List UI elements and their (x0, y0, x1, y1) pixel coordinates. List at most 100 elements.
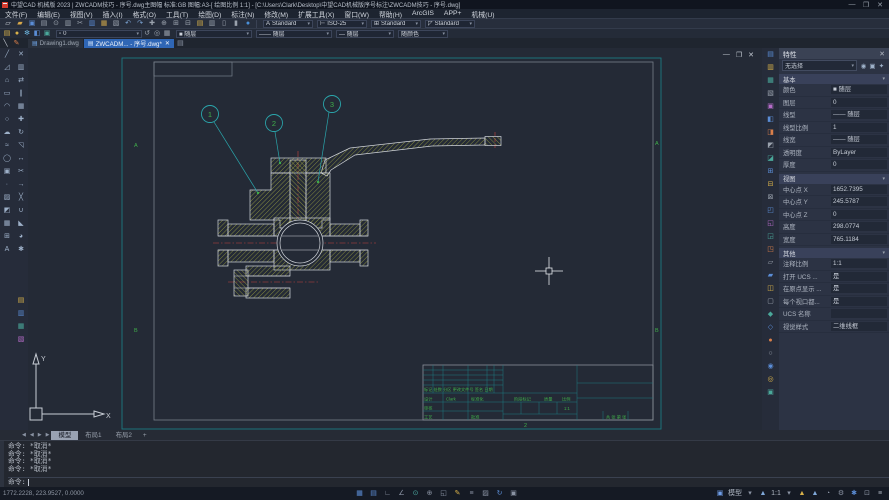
menu-item[interactable]: 插入(I) (98, 9, 128, 19)
cut-icon[interactable]: ✂ (74, 19, 86, 28)
title-block[interactable]: 标记 处数 分区 更改文件号 签名 日期 设计 Clark 标准化 审核 工艺 … (422, 364, 654, 421)
menu-item[interactable]: 扩展工具(X) (293, 9, 339, 19)
layer-lock-icon[interactable]: ◧ (32, 29, 42, 38)
redo-icon[interactable]: ↷ (134, 19, 146, 28)
property-value[interactable]: 是 (831, 296, 887, 306)
am-toggle[interactable]: ▣ (507, 488, 520, 499)
layer-previous-icon[interactable]: ↺ (142, 29, 152, 38)
chamfer-tool-icon[interactable]: ◣ (15, 217, 27, 230)
plotstyle-select[interactable]: 随颜色 ▾ (398, 29, 448, 38)
workspace-icon[interactable]: ▣ (714, 488, 726, 499)
palette-tool-icon[interactable]: ◇ (764, 321, 777, 334)
property-value[interactable]: 0 (831, 209, 887, 219)
property-value[interactable]: 0 (831, 160, 887, 170)
table-style-select[interactable]: ⊞ Standard ▾ (371, 19, 421, 28)
last-tool-icon[interactable]: ╲ (0, 39, 11, 48)
toggle-pickadd-icon[interactable]: ◉ (859, 62, 868, 70)
settings-gear-icon[interactable]: ⚙ (835, 488, 847, 499)
menu-item[interactable]: 帮助(H) (374, 9, 407, 19)
property-value[interactable]: 1:1 (831, 259, 887, 269)
property-value[interactable]: 1 (831, 122, 887, 132)
isodraft-icon[interactable]: ◔ (822, 488, 834, 499)
close-icon[interactable]: ✕ (879, 50, 885, 58)
break-tool-icon[interactable]: ╳ (15, 191, 27, 204)
palette-tool-icon[interactable]: ◎ (764, 373, 777, 386)
rectangle-tool-icon[interactable]: ▭ (1, 87, 13, 100)
clipboard-tool-icon[interactable]: ▧ (15, 333, 27, 346)
palette-tool-icon[interactable]: ⊠ (764, 191, 777, 204)
menu-icon[interactable]: ≡ (874, 488, 886, 499)
property-value[interactable]: 是 (831, 271, 887, 281)
offset-tool-icon[interactable]: ∥ (15, 87, 27, 100)
annotation-visibility-icon[interactable]: ▲ (809, 488, 821, 499)
property-value[interactable]: 765.1184 (831, 234, 887, 244)
model-space-caret[interactable]: ▾ (744, 488, 756, 499)
layer-settings-icon[interactable]: ▦ (162, 29, 172, 38)
palette-tool-icon[interactable]: ⊟ (764, 178, 777, 191)
menu-item[interactable]: 绘图(D) (193, 9, 226, 19)
palette-tool-icon[interactable]: ◪ (764, 152, 777, 165)
rotate-tool-icon[interactable]: ↻ (15, 126, 27, 139)
transparency-toggle[interactable]: ▨ (479, 488, 492, 499)
palette-tool-icon[interactable]: ▧ (764, 87, 777, 100)
palette-tool-icon[interactable]: ◨ (764, 126, 777, 139)
hatch-tool-icon[interactable]: ▨ (1, 191, 13, 204)
copy-tool-icon[interactable]: ▥ (15, 61, 27, 74)
ortho-toggle[interactable]: ∟ (381, 488, 394, 499)
trim-tool-icon[interactable]: ✂ (15, 165, 27, 178)
menu-item[interactable]: 工具(T) (161, 9, 193, 19)
palette-tool-icon[interactable]: ◰ (764, 204, 777, 217)
maximize-button[interactable]: ❐ (859, 1, 873, 9)
circle-tool-icon[interactable]: ○ (1, 113, 13, 126)
polygon-tool-icon[interactable]: ⌂ (1, 74, 13, 87)
property-value[interactable]: 是 (831, 284, 887, 294)
layers-icon[interactable]: ▤ (194, 19, 206, 28)
match-properties-icon[interactable]: ▧ (110, 19, 122, 28)
gradient-tool-icon[interactable]: ◩ (1, 204, 13, 217)
palette-tool-icon[interactable]: ▥ (764, 61, 777, 74)
file-tab-active[interactable]: ▤ ZWCADM... - 序号.dwg* ✕ (83, 39, 174, 48)
mtext-tool-icon[interactable]: A (1, 243, 13, 256)
layout-tab[interactable]: 模型 (51, 430, 79, 440)
palette-tool-icon[interactable]: ▰ (764, 269, 777, 282)
add-scales-icon[interactable]: ▲ (796, 488, 808, 499)
layer-states-icon[interactable]: ▥ (206, 19, 218, 28)
layer-current-icon[interactable]: ▣ (42, 29, 52, 38)
brush-icon[interactable]: ✎ (11, 39, 22, 48)
layer-properties-icon[interactable]: ▤ (2, 29, 12, 38)
property-value[interactable] (831, 309, 887, 319)
close-tab-icon[interactable]: ✕ (165, 40, 170, 47)
menu-item[interactable]: 机械(U) (466, 9, 499, 19)
dyn-toggle[interactable]: ✎ (451, 488, 464, 499)
palette-tool-icon[interactable]: ⊞ (764, 165, 777, 178)
revcloud-tool-icon[interactable]: ☁ (1, 126, 13, 139)
palette-tool-icon[interactable]: ◆ (764, 308, 777, 321)
pan-icon[interactable]: ✚ (146, 19, 158, 28)
select-objects-icon[interactable]: ▣ (868, 62, 877, 70)
property-value[interactable]: ByLayer (831, 147, 887, 157)
save-icon[interactable]: ▣ (26, 19, 38, 28)
copy-icon[interactable]: ▥ (86, 19, 98, 28)
polyline-tool-icon[interactable]: ◿ (1, 61, 13, 74)
clipboard-tool-icon[interactable]: ▦ (15, 320, 27, 333)
close-button[interactable]: ✕ (873, 1, 887, 9)
scale-tool-icon[interactable]: ◹ (15, 139, 27, 152)
model-space-button[interactable]: 模型 (727, 488, 743, 499)
doc-minimize-button[interactable]: — (723, 51, 730, 59)
cycle-toggle[interactable]: ↻ (493, 488, 506, 499)
menu-item[interactable]: 编辑(E) (32, 9, 65, 19)
drawing-canvas[interactable]: A B A B 2 标记 处数 分区 更改文件号 签名 日期 设计 Clark … (28, 48, 762, 430)
menu-item[interactable]: ArcGIS (407, 10, 439, 17)
spline-tool-icon[interactable]: ≈ (1, 139, 13, 152)
tab-nav-icon[interactable]: ▶ (44, 432, 52, 438)
menu-item[interactable]: 标注(N) (226, 9, 259, 19)
esnap-toggle[interactable]: ⊙ (409, 488, 422, 499)
menu-item[interactable]: 文件(F) (0, 9, 32, 19)
palette-tool-icon[interactable]: ▢ (764, 295, 777, 308)
linetype-select[interactable]: —— 随层 ▾ (256, 29, 332, 38)
quick-select-icon[interactable]: ✦ (877, 62, 886, 70)
palette-tool-icon[interactable]: ◲ (764, 230, 777, 243)
tab-nav-icon[interactable]: ▶ (36, 432, 44, 438)
clipboard-tool-icon[interactable]: ▥ (15, 307, 27, 320)
palette-tool-icon[interactable]: ◧ (764, 113, 777, 126)
